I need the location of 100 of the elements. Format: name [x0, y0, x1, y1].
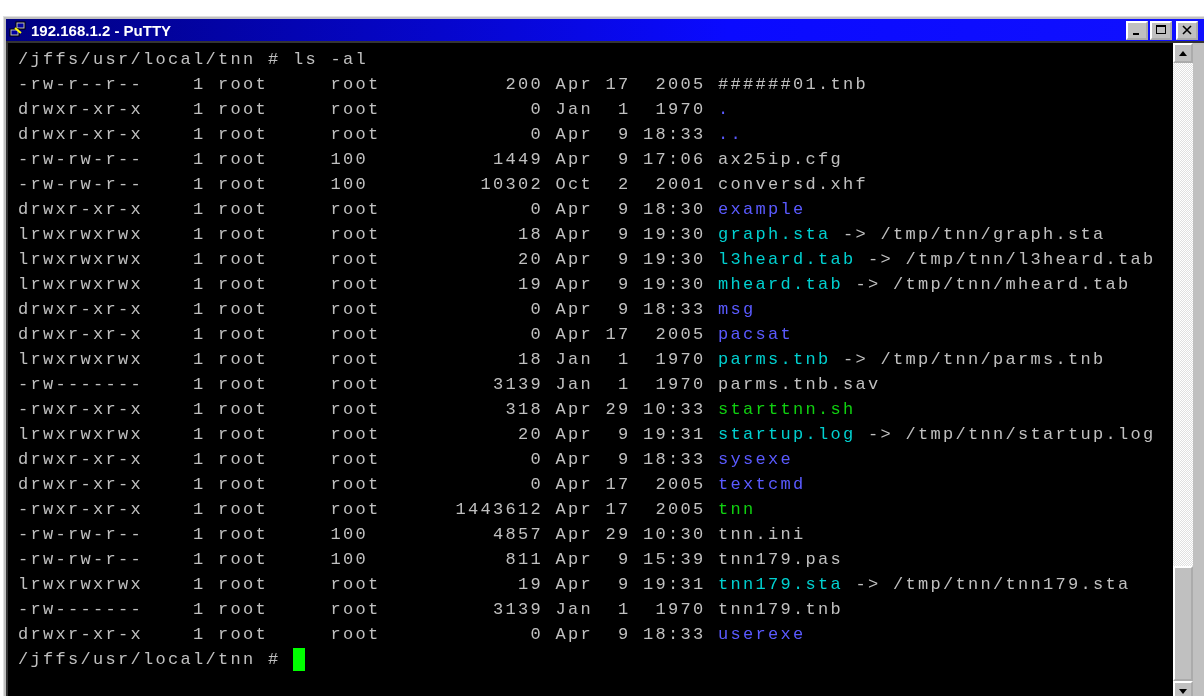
scrollbar[interactable] — [1173, 43, 1193, 696]
owner-text: root — [218, 149, 269, 171]
file-size-text: 200 — [505, 74, 543, 96]
link-count-text: 1 — [193, 224, 207, 246]
permissions-text: drwxr-xr-x — [18, 199, 145, 221]
close-button[interactable] — [1176, 20, 1198, 40]
permissions-text: drwxr-xr-x — [18, 624, 145, 646]
group-text: root — [330, 299, 382, 321]
file-name: graph.sta — [718, 224, 831, 246]
permissions-text: -rw-rw-r-- — [18, 149, 145, 171]
scrollbar-thumb[interactable] — [1173, 566, 1193, 681]
permissions-text: -rw-rw-r-- — [18, 549, 145, 571]
date-text: Apr 29 10:30 — [555, 524, 707, 546]
owner-text: root — [218, 199, 269, 221]
file-size-text: 0 — [530, 299, 543, 321]
maximize-button[interactable] — [1150, 20, 1172, 40]
minimize-button[interactable] — [1126, 20, 1148, 40]
link-target-text: /tmp/tnn/graph.sta — [880, 224, 1106, 246]
link-count-text: 1 — [193, 149, 207, 171]
owner-text: root — [218, 474, 269, 496]
file-name: sysexe — [718, 449, 793, 471]
date-text: Oct 2 2001 — [555, 174, 707, 196]
group-text: root — [330, 74, 382, 96]
link-count-text: 1 — [193, 249, 207, 271]
link-count-text: 1 — [193, 74, 207, 96]
owner-text: root — [218, 349, 269, 371]
group-text: root — [330, 124, 382, 146]
owner-text: root — [218, 499, 269, 521]
permissions-text: -rw-rw-r-- — [18, 524, 145, 546]
file-name: parms.tnb — [718, 349, 831, 371]
file-name: userexe — [718, 624, 806, 646]
group-text: root — [330, 499, 382, 521]
group-text: root — [330, 449, 382, 471]
text-cursor — [293, 648, 306, 671]
link-count-text: 1 — [193, 424, 207, 446]
close-icon — [1182, 25, 1192, 35]
file-size-text: 0 — [530, 199, 543, 221]
date-text: Apr 17 2005 — [555, 74, 707, 96]
date-text: Jan 1 1970 — [555, 374, 707, 396]
file-size-text: 3139 — [493, 599, 543, 621]
link-count-text: 1 — [193, 374, 207, 396]
file-size-text: 20 — [518, 249, 543, 271]
owner-text: root — [218, 249, 269, 271]
link-target-text: /tmp/tnn/parms.tnb — [880, 349, 1106, 371]
minimize-icon — [1133, 33, 1139, 35]
date-text: Apr 9 18:30 — [555, 199, 707, 221]
owner-text: root — [218, 449, 269, 471]
file-size-text: 0 — [530, 624, 543, 646]
owner-text: root — [218, 274, 269, 296]
owner-text: root — [218, 324, 269, 346]
file-name: .. — [718, 124, 743, 146]
permissions-text: -rwxr-xr-x — [18, 499, 145, 521]
owner-text: root — [218, 99, 269, 121]
link-count-text: 1 — [193, 624, 207, 646]
file-size-text: 1449 — [493, 149, 543, 171]
file-size-text: 0 — [530, 449, 543, 471]
scroll-up-button[interactable] — [1173, 43, 1193, 63]
date-text: Jan 1 1970 — [555, 349, 707, 371]
owner-text: root — [218, 574, 269, 596]
link-count-text: 1 — [193, 199, 207, 221]
group-text: 100 — [330, 149, 369, 171]
date-text: Jan 1 1970 — [555, 99, 707, 121]
shell-prompt: /jffs/usr/local/tnn # — [18, 649, 281, 671]
link-count-text: 1 — [193, 174, 207, 196]
group-text: 100 — [330, 524, 369, 546]
permissions-text: drwxr-xr-x — [18, 299, 145, 321]
file-size-text: 19 — [518, 574, 543, 596]
permissions-text: drwxr-xr-x — [18, 324, 145, 346]
permissions-text: drwxr-xr-x — [18, 474, 145, 496]
file-size-text: 4857 — [493, 524, 543, 546]
link-count-text: 1 — [193, 299, 207, 321]
permissions-text: drwxr-xr-x — [18, 449, 145, 471]
link-count-text: 1 — [193, 524, 207, 546]
group-text: root — [330, 349, 382, 371]
group-text: root — [330, 249, 382, 271]
file-size-text: 19 — [518, 274, 543, 296]
file-name: pacsat — [718, 324, 793, 346]
link-count-text: 1 — [193, 449, 207, 471]
file-name: . — [718, 99, 731, 121]
file-name: mheard.tab — [718, 274, 844, 296]
link-arrow-text: -> — [855, 574, 881, 596]
link-arrow-text: -> — [843, 224, 869, 246]
date-text: Apr 9 18:33 — [555, 449, 707, 471]
date-text: Apr 9 15:39 — [555, 549, 707, 571]
file-size-text: 20 — [518, 424, 543, 446]
permissions-text: lrwxrwxrwx — [18, 249, 145, 271]
link-count-text: 1 — [193, 124, 207, 146]
date-text: Apr 17 2005 — [555, 324, 707, 346]
permissions-text: drwxr-xr-x — [18, 124, 145, 146]
owner-text: root — [218, 424, 269, 446]
file-name: parms.tnb.sav — [718, 374, 881, 396]
owner-text: root — [218, 624, 269, 646]
file-size-text: 1443612 — [455, 499, 543, 521]
link-count-text: 1 — [193, 324, 207, 346]
scroll-down-button[interactable] — [1173, 681, 1193, 696]
permissions-text: lrwxrwxrwx — [18, 274, 145, 296]
file-name: l3heard.tab — [718, 249, 856, 271]
group-text: root — [330, 199, 382, 221]
permissions-text: -rw-rw-r-- — [18, 174, 145, 196]
maximize-icon — [1156, 25, 1166, 35]
